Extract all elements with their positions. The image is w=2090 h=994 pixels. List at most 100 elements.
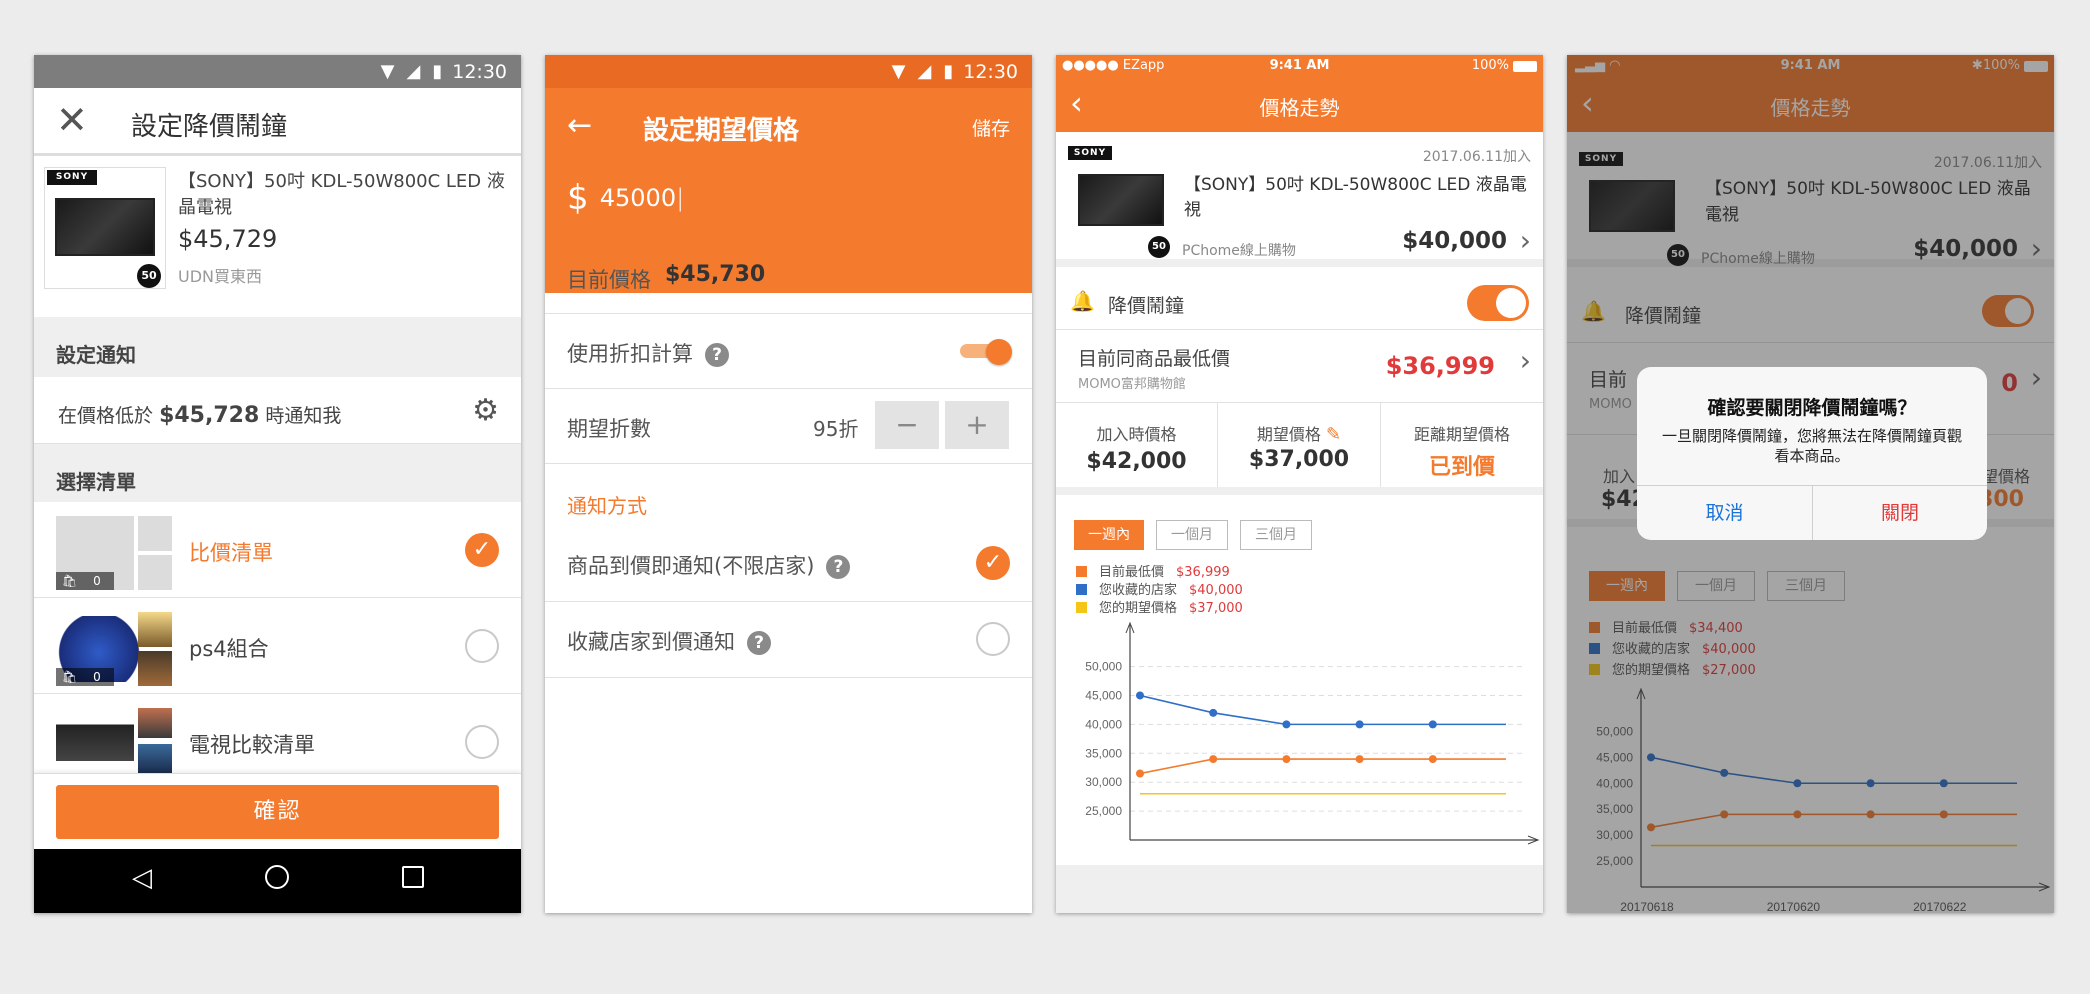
unchecked-radio[interactable]: [465, 629, 499, 663]
status-time: 12:30: [963, 60, 1018, 83]
home-nav-icon[interactable]: [265, 865, 289, 889]
product-card[interactable]: SONY 50 2017.06.11加入 【SONY】50吋 KDL-50W80…: [1056, 132, 1543, 267]
data-point: [1282, 720, 1291, 729]
x-tick-label: 20170618: [1109, 853, 1163, 855]
chart-section: 一週內 一個月 三個月 目前最低價 $36,999 您收藏的店家 $40,000 您…: [1056, 495, 1543, 913]
confirm-button[interactable]: 確認: [56, 785, 499, 839]
size-badge: 50: [137, 264, 161, 288]
notify-option-row[interactable]: 商品到價即通知(不限店家)? ✓: [545, 526, 1032, 602]
discount-calc-row[interactable]: 使用折扣計算?: [545, 314, 1032, 389]
legend-item: 目前最低價 $36,999: [1076, 561, 1230, 580]
option-label: 收藏店家到價通知?: [567, 626, 771, 656]
minus-button[interactable]: −: [875, 401, 939, 449]
x-tick-label: 20170620: [1256, 853, 1310, 855]
lowest-price-label: 目前同商品最低價: [1078, 348, 1231, 370]
lowest-price-row[interactable]: 目前同商品最低價 MOMO富邦購物館 $36,999 ›: [1056, 330, 1543, 403]
text-cursor: |: [676, 184, 685, 212]
list-name: 比價清單: [189, 541, 273, 565]
stat-added-price: 加入時價格 $42,000: [1056, 403, 1218, 487]
tab-month[interactable]: 一個月: [1156, 520, 1228, 550]
back-arrow-icon[interactable]: ←: [567, 108, 592, 143]
save-button[interactable]: 儲存: [972, 114, 1010, 141]
help-icon[interactable]: ?: [705, 343, 729, 367]
page-title: 價格走勢: [1259, 96, 1340, 120]
toggle-knob: [1496, 288, 1526, 318]
product-card[interactable]: SONY 50 【SONY】50吋 KDL-50W800C LED 液晶電視 $…: [34, 159, 521, 299]
edit-icon[interactable]: ✎: [1326, 424, 1341, 445]
count-badge: 🛍 0: [56, 668, 114, 686]
discount-value: 95折: [813, 417, 859, 441]
recents-nav-icon[interactable]: [402, 866, 424, 888]
alarm-label: 降價鬧鐘: [1108, 295, 1185, 317]
cancel-button[interactable]: 取消: [1637, 486, 1812, 540]
unchecked-radio[interactable]: [976, 622, 1010, 656]
screen-price-trend: ●●●●● EZapp 9:41 AM 100% ‹ 價格走勢 SONY 50 …: [1056, 55, 1543, 913]
brand-logo: SONY: [47, 170, 97, 185]
checked-radio[interactable]: ✓: [465, 533, 499, 567]
screen-price-alarm: ▼ ◢ ▮ 12:30 ✕ 設定降價鬧鐘 SONY 50 【SONY】50吋 K…: [34, 55, 521, 913]
stat-distance: 距離期望價格 已到價: [1381, 403, 1543, 487]
discount-toggle[interactable]: [960, 339, 1012, 365]
close-icon[interactable]: ✕: [56, 98, 88, 142]
tv-list-image: [56, 708, 134, 774]
data-point: [1282, 755, 1291, 764]
unchecked-radio[interactable]: [465, 725, 499, 759]
checked-radio[interactable]: ✓: [976, 546, 1010, 580]
gear-icon[interactable]: ⚙: [472, 393, 499, 428]
alarm-toggle[interactable]: [1467, 285, 1529, 321]
stat-expected-price[interactable]: 期望價格 ✎ $37,000: [1218, 403, 1381, 487]
y-tick-label: 35,000: [1085, 746, 1122, 760]
data-point: [1136, 691, 1144, 700]
help-icon[interactable]: ?: [826, 555, 851, 579]
plus-button[interactable]: +: [945, 401, 1009, 449]
current-price-row: 目前價格 $45,730: [545, 238, 1032, 314]
legend-item: 您的期望價格 $37,000: [1076, 597, 1243, 616]
data-point: [1209, 708, 1218, 717]
list-thumbnail-small: [138, 516, 172, 551]
chevron-right-icon[interactable]: ›: [1520, 224, 1531, 257]
battery-percent: 100%: [1471, 58, 1509, 73]
option-label: 商品到價即通知(不限店家)?: [567, 550, 851, 580]
tv-image: [1078, 174, 1164, 226]
tab-quarter[interactable]: 三個月: [1240, 520, 1312, 550]
signal-icon: ◢: [917, 61, 932, 82]
list-name: ps4組合: [189, 637, 269, 661]
bottom-space: [1056, 865, 1543, 913]
product-price: $40,000: [1402, 228, 1507, 254]
back-nav-icon[interactable]: ◁: [132, 863, 152, 893]
y-tick-label: 40,000: [1085, 717, 1122, 731]
price-input-value: 45000: [599, 184, 677, 212]
help-icon[interactable]: ?: [747, 631, 771, 655]
status-time: 12:30: [452, 60, 507, 83]
list-item[interactable]: 🛍 0 ps4組合: [34, 598, 521, 694]
size-badge: 50: [1148, 236, 1170, 258]
battery-icon: [1513, 61, 1537, 72]
product-store: PChome線上購物: [1182, 243, 1296, 259]
lowest-price-store: MOMO富邦購物館: [1078, 377, 1186, 392]
product-name: 【SONY】50吋 KDL-50W800C LED 液晶電視: [1184, 175, 1527, 220]
confirm-dialog: 確認要關閉降價鬧鐘嗎？ 一旦關閉降價鬧鐘，您將無法在降價鬧鐘頁觀看本商品。 取消…: [1637, 367, 1987, 540]
list-name: 電視比較清單: [189, 733, 315, 757]
chevron-right-icon[interactable]: ›: [1520, 344, 1531, 377]
status-time: 9:41 AM: [1269, 58, 1330, 73]
notify-section-header: 設定通知: [34, 317, 521, 377]
legend-swatch: [1076, 566, 1087, 577]
stat-value: 已到價: [1428, 455, 1495, 480]
notify-option-row[interactable]: 收藏店家到價通知?: [545, 602, 1032, 678]
x-tick-label: 20170622: [1402, 853, 1456, 855]
data-point: [1428, 720, 1437, 729]
status-bar: ▼ ◢ ▮ 12:30: [545, 55, 1032, 88]
discount-row: 期望折數 95折 − +: [545, 389, 1032, 464]
page-title: 設定期望價格: [643, 116, 800, 146]
price-input[interactable]: $ 45000|: [567, 178, 1010, 228]
product-name: 【SONY】50吋 KDL-50W800C LED 液晶電視: [178, 171, 505, 218]
tab-week[interactable]: 一週內: [1074, 520, 1144, 550]
notify-row[interactable]: 在價格低於 $45,728 時通知我 ⚙: [34, 377, 521, 444]
section-title: 通知方式: [567, 494, 647, 518]
data-point: [1355, 720, 1364, 729]
list-item[interactable]: 電視比較清單: [34, 694, 521, 774]
product-image: SONY 50: [44, 167, 166, 289]
close-alarm-button[interactable]: 關閉: [1813, 486, 1987, 540]
ios-status-bar: ●●●●● EZapp 9:41 AM 100%: [1056, 55, 1543, 78]
list-item[interactable]: 🛍 0 比價清單 ✓: [34, 502, 521, 598]
